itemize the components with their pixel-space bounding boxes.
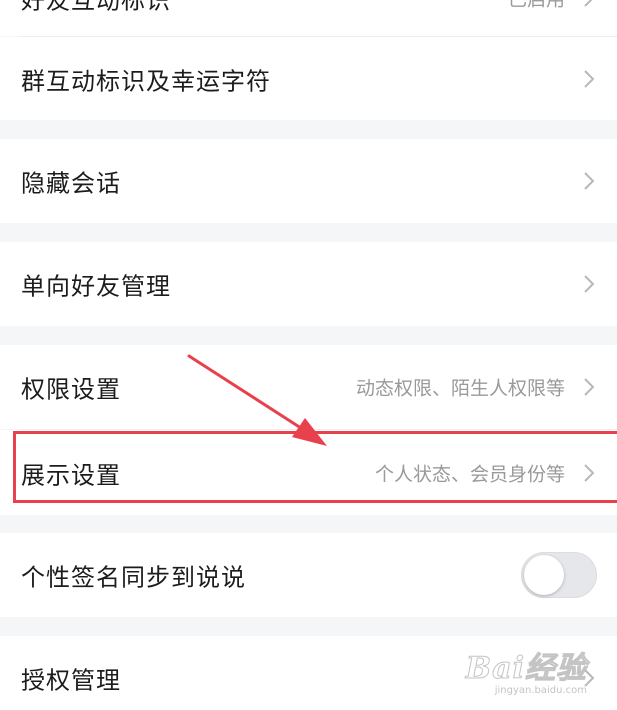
chevron-right-icon <box>584 378 595 396</box>
row-display-settings[interactable]: 展示设置 个人状态、会员身份等 <box>0 430 617 515</box>
row-one-way-friends[interactable]: 单向好友管理 <box>0 242 617 326</box>
chevron-right-icon <box>584 0 593 7</box>
row-title: 权限设置 <box>21 375 121 404</box>
toggle-knob <box>524 555 564 595</box>
watermark-url: jingyan.baidu.com <box>494 685 587 696</box>
signature-sync-toggle[interactable] <box>521 552 597 598</box>
row-signature-sync: 个性签名同步到说说 <box>0 533 617 617</box>
row-subtitle: 个人状态、会员身份等 <box>374 463 565 485</box>
watermark-logo: Bai经验 <box>465 651 587 686</box>
chevron-right-icon <box>584 172 595 190</box>
row-subtitle: 动态权限、陌生人权限等 <box>355 377 565 400</box>
chevron-right-icon <box>584 69 595 88</box>
row-title: 群互动标识及幸运字符 <box>21 67 271 95</box>
row-permission-settings[interactable]: 权限设置 动态权限、陌生人权限等 <box>0 345 617 429</box>
row-friend-interaction-badge[interactable]: 好友互动标识 已启用 <box>0 0 617 36</box>
chevron-right-icon <box>584 463 595 482</box>
row-hidden-conversations[interactable]: 隐藏会话 <box>0 139 617 223</box>
row-title: 展示设置 <box>21 461 121 489</box>
row-title: 授权管理 <box>21 666 121 695</box>
row-subtitle: 已启用 <box>508 0 565 12</box>
row-group-interaction-badge[interactable]: 群互动标识及幸运字符 <box>0 37 617 120</box>
row-title: 好友互动标识 <box>21 0 171 15</box>
settings-page: 好友互动标识 已启用 群互动标识及幸运字符 隐藏会话 单向好友管理 权限设置 动… <box>0 0 617 710</box>
row-title: 隐藏会话 <box>21 169 121 198</box>
baidu-jingyan-watermark: Bai经验 jingyan.baidu.com <box>465 651 587 696</box>
chevron-right-icon <box>584 275 595 293</box>
row-title: 单向好友管理 <box>21 272 171 301</box>
row-title: 个性签名同步到说说 <box>21 563 246 592</box>
